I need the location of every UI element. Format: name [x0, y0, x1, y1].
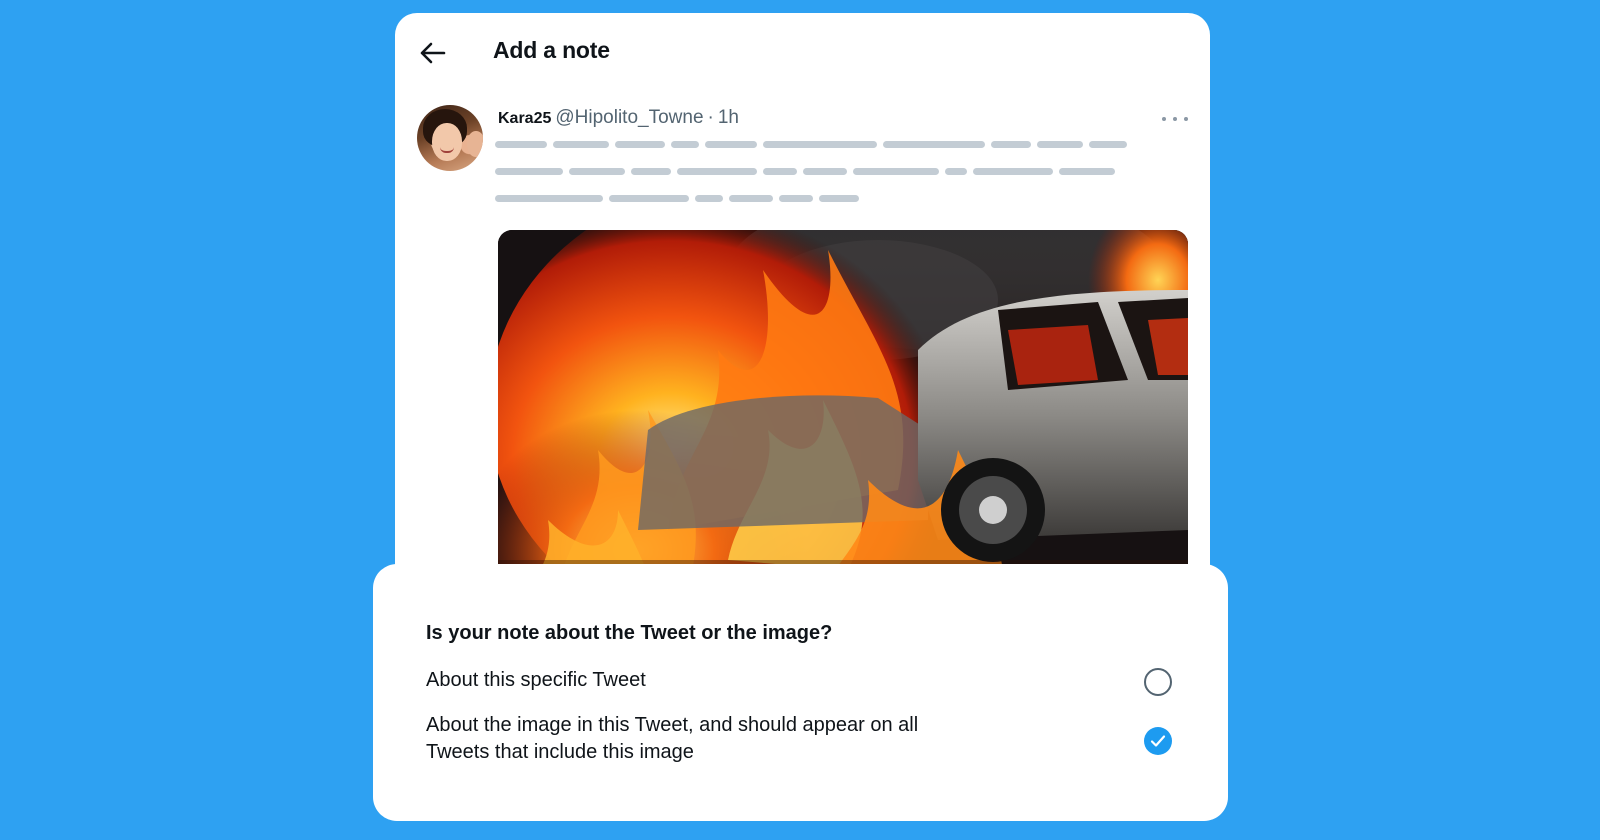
more-horizontal-icon: [1162, 117, 1166, 121]
header: Add a note: [395, 13, 1210, 93]
author-handle[interactable]: @Hipolito_Towne: [555, 107, 703, 129]
author-name[interactable]: Kara25: [498, 110, 551, 128]
more-options-button[interactable]: [1162, 113, 1188, 125]
tweet-meta: Kara25 @Hipolito_Towne · 1h: [498, 107, 739, 129]
checkmark-icon: [1150, 735, 1166, 747]
meta-separator: ·: [707, 107, 714, 128]
radio-image[interactable]: [1144, 727, 1172, 755]
option-label-tweet[interactable]: About this specific Tweet: [426, 667, 646, 694]
avatar[interactable]: [417, 105, 483, 171]
arrow-left-icon: [420, 42, 446, 64]
note-target-dialog: Is your note about the Tweet or the imag…: [373, 564, 1228, 821]
page-title: Add a note: [493, 37, 610, 63]
back-button[interactable]: [415, 35, 451, 71]
stage: Add a note Kara25 @Hipolito_Towne · 1h I…: [0, 0, 1600, 840]
radio-tweet[interactable]: [1144, 668, 1172, 696]
option-label-image[interactable]: About the image in this Tweet, and shoul…: [426, 712, 986, 766]
dialog-question: Is your note about the Tweet or the imag…: [426, 622, 833, 644]
tweet-preview-card: Add a note Kara25 @Hipolito_Towne · 1h: [395, 13, 1210, 653]
tweet-time[interactable]: 1h: [718, 107, 739, 129]
